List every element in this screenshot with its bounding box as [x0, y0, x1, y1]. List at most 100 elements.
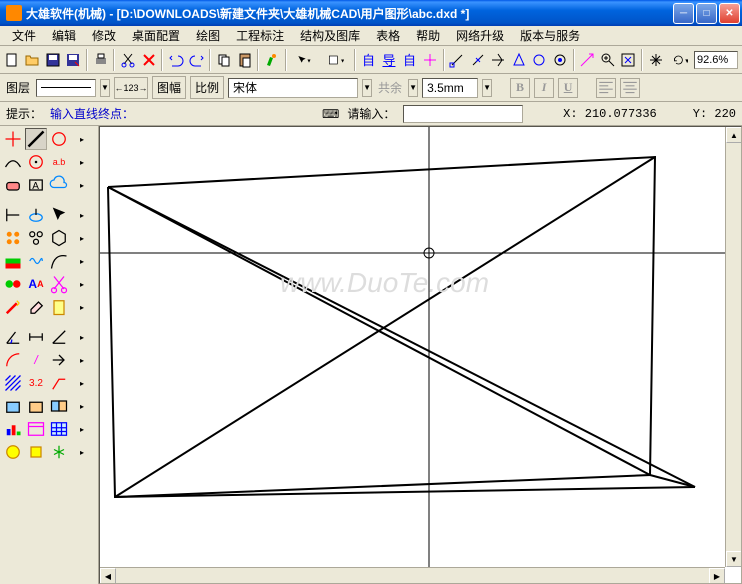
- tool-more11[interactable]: ▸: [71, 372, 93, 394]
- snap5-button[interactable]: [530, 49, 549, 71]
- tool-pattern1[interactable]: [2, 227, 24, 249]
- tool-dim1[interactable]: [2, 204, 24, 226]
- size-dropdown[interactable]: ▼: [482, 79, 492, 97]
- menu-structure[interactable]: 结构及图库: [292, 25, 368, 46]
- tool-wand[interactable]: [2, 296, 24, 318]
- scroll-left-button[interactable]: ◀: [100, 568, 116, 584]
- tool-num[interactable]: 3.2: [25, 372, 47, 394]
- menu-upgrade[interactable]: 网络升级: [448, 25, 512, 46]
- font-select[interactable]: 宋体: [228, 78, 358, 98]
- tool-table[interactable]: [48, 418, 70, 440]
- tool-scissors[interactable]: [48, 273, 70, 295]
- allow-dropdown[interactable]: ▼: [408, 79, 418, 97]
- print-button[interactable]: [91, 49, 110, 71]
- tool-circle[interactable]: [48, 128, 70, 150]
- minimize-button[interactable]: ─: [673, 3, 694, 24]
- tool-arc[interactable]: [2, 151, 24, 173]
- cut-button[interactable]: [118, 49, 137, 71]
- size-select[interactable]: 3.5mm: [422, 78, 478, 98]
- auto-button[interactable]: 自: [359, 49, 378, 71]
- align-left-button[interactable]: [596, 78, 616, 98]
- tool-dim2[interactable]: [25, 204, 47, 226]
- tool-chart[interactable]: [2, 418, 24, 440]
- tool-more1[interactable]: ▸: [71, 128, 93, 150]
- tool-more2[interactable]: ▸: [71, 151, 93, 173]
- vertical-scrollbar[interactable]: ▲ ▼: [725, 127, 741, 567]
- brush-button[interactable]: [262, 49, 281, 71]
- guide-button[interactable]: 导: [379, 49, 398, 71]
- refresh-button[interactable]: ▼: [667, 49, 693, 71]
- bold-button[interactable]: B: [510, 78, 530, 98]
- tool-block2[interactable]: [25, 395, 47, 417]
- tool-more13[interactable]: ▸: [71, 418, 93, 440]
- tool-line[interactable]: [25, 128, 47, 150]
- tool-more6[interactable]: ▸: [71, 250, 93, 272]
- maximize-button[interactable]: □: [696, 3, 717, 24]
- tool-spring[interactable]: [25, 250, 47, 272]
- redo-button[interactable]: [187, 49, 206, 71]
- measure-button[interactable]: [578, 49, 597, 71]
- tool-block1[interactable]: [2, 395, 24, 417]
- delete-button[interactable]: [139, 49, 158, 71]
- snap1-button[interactable]: [448, 49, 467, 71]
- tool-frame[interactable]: [25, 418, 47, 440]
- tool-leader[interactable]: [48, 372, 70, 394]
- tool-text[interactable]: a.b: [48, 151, 70, 173]
- tool-more14[interactable]: ▸: [71, 441, 93, 463]
- saveas-button[interactable]: [63, 49, 82, 71]
- tool-more5[interactable]: ▸: [71, 227, 93, 249]
- snap2-button[interactable]: [468, 49, 487, 71]
- auto2-button[interactable]: 自: [400, 49, 419, 71]
- close-button[interactable]: ✕: [719, 3, 740, 24]
- scroll-up-button[interactable]: ▲: [726, 127, 742, 143]
- menu-help[interactable]: 帮助: [408, 25, 448, 46]
- drawing-canvas[interactable]: www.DuoTe.com ▲ ▼ ◀ ▶: [99, 126, 742, 584]
- scroll-right-button[interactable]: ▶: [709, 568, 725, 584]
- save-button[interactable]: [43, 49, 62, 71]
- font-dropdown[interactable]: ▼: [362, 79, 372, 97]
- tool-clipboard[interactable]: [48, 296, 70, 318]
- tool-misc1[interactable]: [2, 441, 24, 463]
- tool-misc2[interactable]: [25, 441, 47, 463]
- open-button[interactable]: [22, 49, 41, 71]
- command-input[interactable]: [403, 105, 523, 123]
- tool-hatch[interactable]: [2, 372, 24, 394]
- plus-button[interactable]: [420, 49, 439, 71]
- tool-more10[interactable]: ▸: [71, 349, 93, 371]
- new-button[interactable]: [2, 49, 21, 71]
- tool-dim-ang[interactable]: [48, 326, 70, 348]
- tool-point[interactable]: [2, 128, 24, 150]
- italic-button[interactable]: I: [534, 78, 554, 98]
- tool-curve[interactable]: [48, 250, 70, 272]
- linestyle-select[interactable]: [36, 79, 96, 97]
- align-center-button[interactable]: [620, 78, 640, 98]
- horizontal-scrollbar[interactable]: ◀ ▶: [100, 567, 725, 583]
- menu-version[interactable]: 版本与服务: [512, 25, 588, 46]
- menu-annotation[interactable]: 工程标注: [228, 25, 292, 46]
- menu-modify[interactable]: 修改: [84, 25, 124, 46]
- tool-pointer[interactable]: [48, 204, 70, 226]
- color-button[interactable]: ▼: [321, 49, 351, 71]
- tool-more9[interactable]: ▸: [71, 326, 93, 348]
- menu-draw[interactable]: 绘图: [188, 25, 228, 46]
- zoom-button[interactable]: [598, 49, 617, 71]
- scale-label[interactable]: 比例: [190, 76, 224, 99]
- tool-rect[interactable]: A: [25, 174, 47, 196]
- tool-slash[interactable]: /: [25, 349, 47, 371]
- tool-hex[interactable]: [48, 227, 70, 249]
- tool-arrow[interactable]: [48, 349, 70, 371]
- undo-button[interactable]: [166, 49, 185, 71]
- tool-erase[interactable]: [2, 174, 24, 196]
- frame-label[interactable]: 图幅: [152, 76, 186, 99]
- fit-button[interactable]: [619, 49, 638, 71]
- tool-pattern2[interactable]: [25, 227, 47, 249]
- select-button[interactable]: ▼: [290, 49, 320, 71]
- tool-arc2[interactable]: [2, 349, 24, 371]
- snap3-button[interactable]: [489, 49, 508, 71]
- paste-button[interactable]: [235, 49, 254, 71]
- scroll-down-button[interactable]: ▼: [726, 551, 742, 567]
- linestyle-dropdown[interactable]: ▼: [100, 79, 110, 97]
- menu-file[interactable]: 文件: [4, 25, 44, 46]
- snap6-button[interactable]: [550, 49, 569, 71]
- tool-eraser[interactable]: [25, 296, 47, 318]
